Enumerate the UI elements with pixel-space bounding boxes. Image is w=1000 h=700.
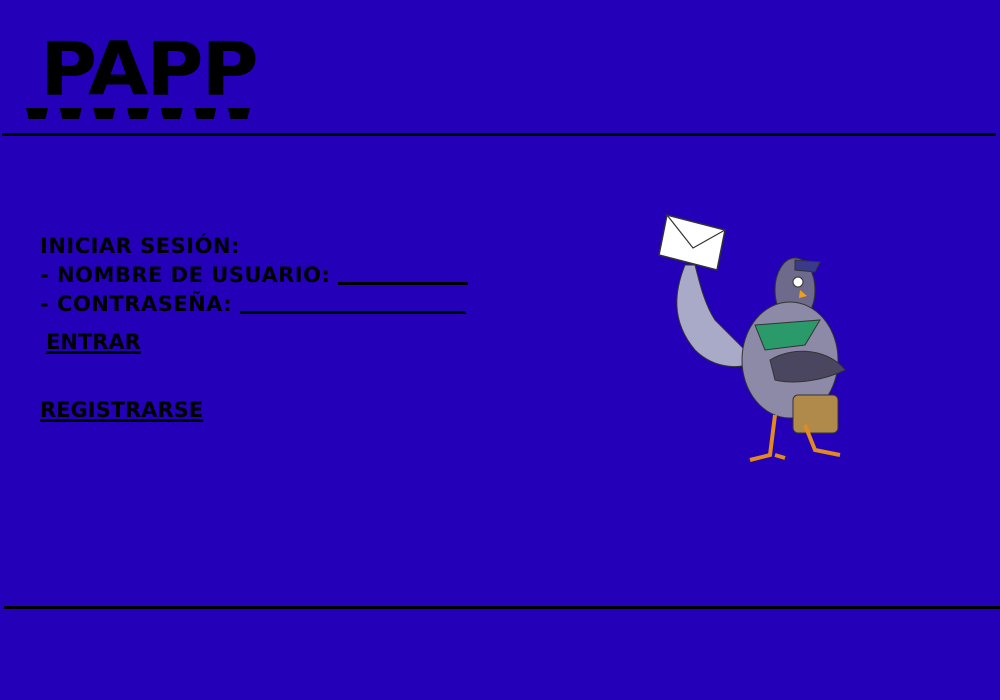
login-form: Iniciar sesión: - Nombre de usuario: - C…: [40, 232, 469, 319]
logo: PAPP: [26, 30, 259, 122]
register-link[interactable]: Registrarse: [40, 398, 203, 422]
logo-text: PAPP: [40, 27, 259, 113]
header-divider: [2, 133, 996, 136]
password-input[interactable]: [240, 293, 467, 314]
envelope-icon: [658, 214, 726, 271]
username-input[interactable]: [338, 264, 469, 285]
logo-decoration: [26, 108, 250, 119]
password-label: - Contraseña:: [40, 292, 233, 316]
login-button[interactable]: Entrar: [46, 330, 141, 354]
username-label: - Nombre de usuario:: [40, 263, 331, 287]
footer-divider: [4, 606, 1000, 609]
pigeon-illustration: [658, 214, 846, 462]
login-heading: Iniciar sesión:: [40, 234, 240, 258]
